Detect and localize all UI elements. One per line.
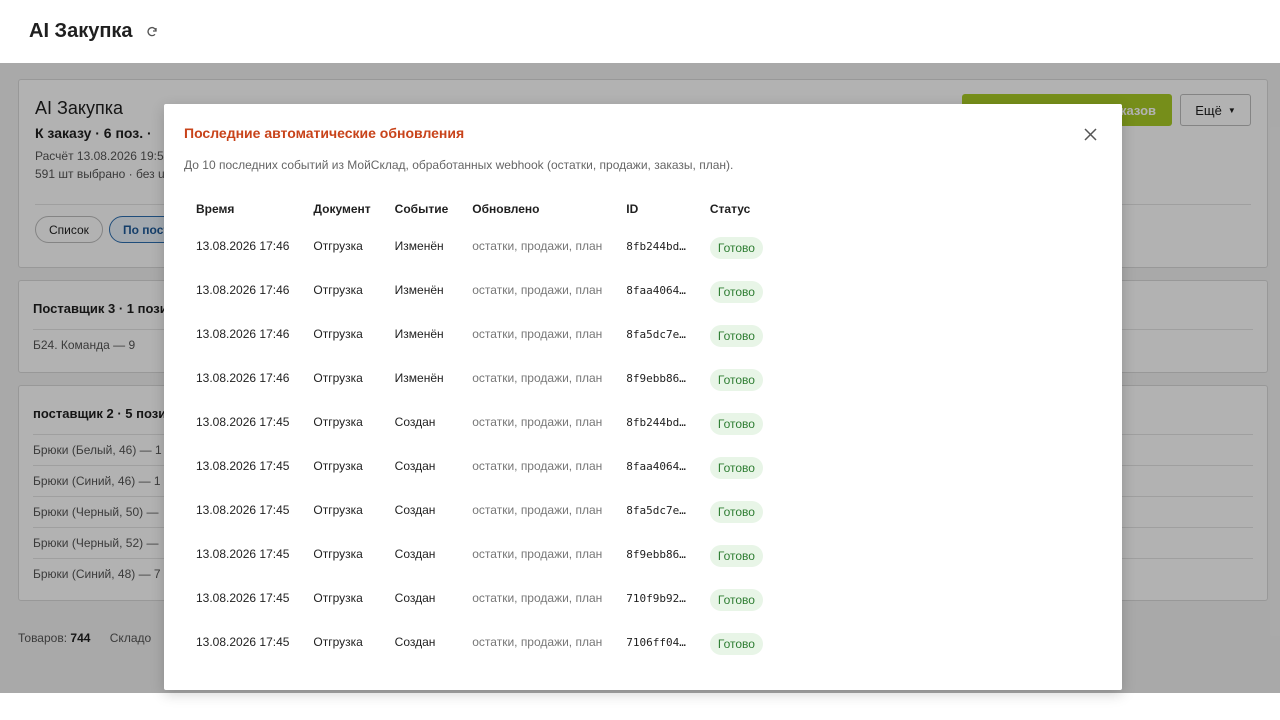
events-table: Время Документ Событие Обновлено ID Стат… [184, 194, 788, 664]
event-updated: остатки, продажи, план [472, 415, 603, 429]
event-updated: остатки, продажи, план [472, 327, 603, 341]
table-row: 13.08.2026 17:46 Отгрузка Изменён остатки, … [184, 356, 788, 400]
table-row: 13.08.2026 17:46 Отгрузка Изменён остатки, … [184, 312, 788, 356]
table-row: 13.08.2026 17:45 Отгрузка Создан остатки, п… [184, 444, 788, 488]
event-updated: остатки, продажи, план [472, 371, 603, 385]
event-time: 13.08.2026 17:46 [196, 283, 290, 297]
event-updated: остатки, продажи, план [472, 459, 603, 473]
event-type: Создан [394, 635, 436, 649]
event-status-cell: Готово [698, 444, 788, 488]
event-document: Отгрузка [313, 239, 363, 253]
event-document: Отгрузка [313, 415, 363, 429]
event-id: 8fa5dc7e… [626, 327, 686, 341]
app-title: AI Закупка [29, 20, 133, 42]
table-header-row: Время Документ Событие Обновлено ID Стат… [184, 194, 788, 224]
modal-description: До 10 последних событий из МойСклад, обр… [184, 158, 734, 172]
status-badge: Готово [709, 325, 763, 347]
app-header: AI Закупка [0, 0, 1280, 63]
event-id: 8fb244bd… [626, 239, 686, 253]
event-time: 13.08.2026 17:46 [196, 239, 290, 253]
table-row: 13.08.2026 17:45 Отгрузка Создан остатки, п… [184, 620, 788, 664]
event-time: 13.08.2026 17:45 [196, 547, 290, 561]
event-document: Отгрузка [313, 635, 363, 649]
event-status-cell: Готово [698, 576, 788, 620]
event-type: Изменён [394, 371, 444, 385]
event-type: Изменён [394, 283, 444, 297]
column-header-event: Событие [394, 202, 449, 216]
event-type: Создан [394, 591, 436, 605]
status-badge: Готово [709, 633, 763, 655]
refresh-icon[interactable] [145, 25, 159, 39]
event-status-cell: Готово [698, 400, 788, 444]
event-type: Изменён [394, 239, 444, 253]
column-header-id: ID [626, 202, 639, 216]
event-type: Создан [394, 503, 436, 517]
event-time: 13.08.2026 17:45 [196, 503, 290, 517]
status-badge: Готово [709, 237, 763, 259]
event-time: 13.08.2026 17:46 [196, 371, 290, 385]
status-badge: Готово [709, 457, 763, 479]
event-time: 13.08.2026 17:46 [196, 327, 290, 341]
status-badge: Готово [709, 545, 763, 567]
table-row: 13.08.2026 17:45 Отгрузка Создан остатки, п… [184, 400, 788, 444]
status-badge: Готово [709, 589, 763, 611]
event-id: 8faa4064… [626, 283, 686, 297]
event-type: Создан [394, 415, 436, 429]
event-type: Изменён [394, 327, 444, 341]
event-time: 13.08.2026 17:45 [196, 459, 290, 473]
event-id: 8f9ebb86… [626, 547, 686, 561]
event-updated: остатки, продажи, план [472, 239, 603, 253]
table-row: 13.08.2026 17:45 Отгрузка Создан остатки, п… [184, 576, 788, 620]
event-document: Отгрузка [313, 591, 363, 605]
status-badge: Готово [709, 501, 763, 523]
updates-modal: Последние автоматические обновления До 1… [164, 104, 1122, 690]
event-status-cell: Готово [698, 224, 788, 268]
event-document: Отгрузка [313, 283, 363, 297]
event-document: Отгрузка [313, 547, 363, 561]
event-status-cell: Готово [698, 532, 788, 576]
event-id: 7106ff04… [626, 635, 686, 649]
event-document: Отгрузка [313, 371, 363, 385]
column-header-document: Документ [313, 202, 371, 216]
event-document: Отгрузка [313, 327, 363, 341]
event-updated: остатки, продажи, план [472, 547, 603, 561]
event-id: 8f9ebb86… [626, 371, 686, 385]
event-updated: остатки, продажи, план [472, 283, 603, 297]
event-id: 8faa4064… [626, 459, 686, 473]
event-id: 710f9b92… [626, 591, 686, 605]
event-document: Отгрузка [313, 459, 363, 473]
event-id: 8fa5dc7e… [626, 503, 686, 517]
event-status-cell: Готово [698, 268, 788, 312]
status-badge: Готово [709, 281, 763, 303]
event-updated: остатки, продажи, план [472, 635, 603, 649]
event-status-cell: Готово [698, 488, 788, 532]
event-updated: остатки, продажи, план [472, 591, 603, 605]
table-row: 13.08.2026 17:45 Отгрузка Создан остатки, п… [184, 488, 788, 532]
table-row: 13.08.2026 17:46 Отгрузка Изменён остатки, … [184, 268, 788, 312]
event-updated: остатки, продажи, план [472, 503, 603, 517]
event-id: 8fb244bd… [626, 415, 686, 429]
close-icon[interactable] [1080, 124, 1100, 144]
event-status-cell: Готово [698, 356, 788, 400]
table-row: 13.08.2026 17:46 Отгрузка Изменён остатки, … [184, 224, 788, 268]
column-header-status: Статус [709, 202, 751, 216]
event-status-cell: Готово [698, 312, 788, 356]
event-status-cell: Готово [698, 620, 788, 664]
event-type: Создан [394, 547, 436, 561]
event-time: 13.08.2026 17:45 [196, 415, 290, 429]
column-header-time: Время [196, 202, 235, 216]
event-type: Создан [394, 459, 436, 473]
table-row: 13.08.2026 17:45 Отгрузка Создан остатки, п… [184, 532, 788, 576]
column-header-updated: Обновлено [472, 202, 540, 216]
event-time: 13.08.2026 17:45 [196, 591, 290, 605]
event-time: 13.08.2026 17:45 [196, 635, 290, 649]
status-badge: Готово [709, 413, 763, 435]
status-badge: Готово [709, 369, 763, 391]
modal-title: Последние автоматические обновления [184, 125, 465, 141]
event-document: Отгрузка [313, 503, 363, 517]
